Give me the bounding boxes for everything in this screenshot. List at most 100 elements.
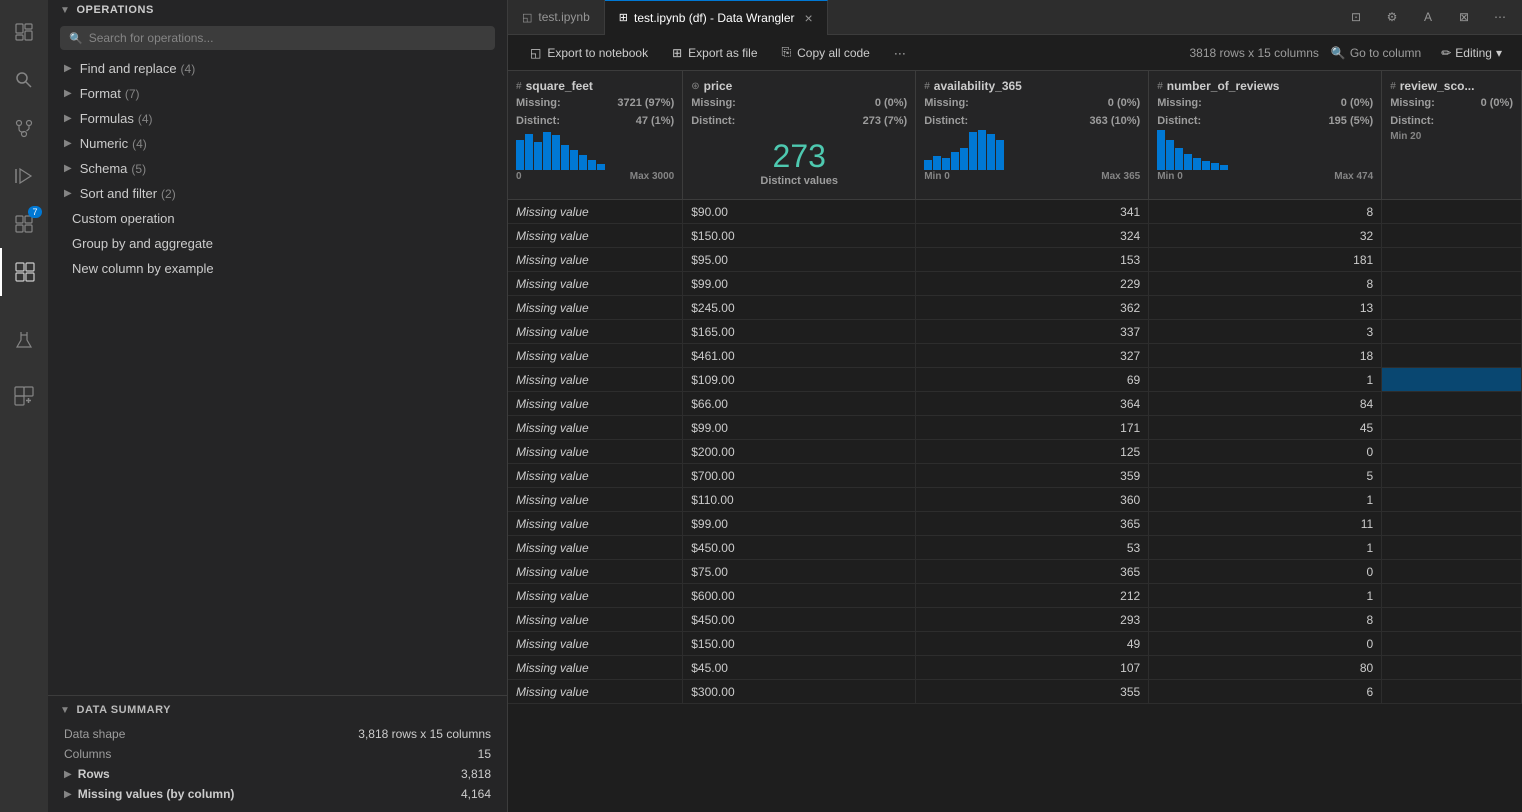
table-cell: $245.00 [683, 296, 916, 320]
reviews-min: Min 0 [1157, 171, 1183, 182]
chart-bar [1184, 154, 1192, 170]
chart-bar [516, 140, 524, 170]
table-cell: $95.00 [683, 248, 916, 272]
table-cell: Missing value [508, 632, 683, 656]
data-grid-container[interactable]: # square_feet Missing: 3721 (97%) Distin… [508, 71, 1522, 812]
tab-action-btn-5[interactable]: ⋯ [1486, 3, 1514, 31]
table-cell: 8 [1149, 608, 1382, 632]
tab-test-df[interactable]: ⊞ test.ipynb (df) - Data Wrangler × [605, 0, 828, 35]
op-group-numeric[interactable]: ▶ Numeric (4) [48, 131, 507, 156]
table-cell: $66.00 [683, 392, 916, 416]
table-cell: 341 [916, 200, 1149, 224]
export-notebook-btn[interactable]: ◱ Export to notebook [520, 42, 658, 64]
activity-bar-source-control[interactable] [0, 104, 48, 152]
op-group-schema[interactable]: ▶ Schema (5) [48, 156, 507, 181]
op-group-sort-filter[interactable]: ▶ Sort and filter (2) [48, 181, 507, 206]
table-cell: Missing value [508, 200, 683, 224]
op-group-find-replace[interactable]: ▶ Find and replace (4) [48, 56, 507, 81]
table-cell [1382, 584, 1522, 608]
rscore-range: Min 20 [1390, 130, 1513, 146]
numeric-label: Numeric [80, 136, 128, 151]
table-cell: Missing value [508, 584, 683, 608]
tab-test-ipynb[interactable]: ◱ test.ipynb [508, 0, 605, 35]
more-btn[interactable]: ··· [884, 42, 916, 64]
activity-bar-explorer[interactable] [0, 8, 48, 56]
table-row: Missing value$300.003556 [508, 680, 1522, 704]
chart-bar [1157, 130, 1165, 170]
square-feet-max: Max 3000 [630, 171, 674, 182]
op-custom-operation[interactable]: Custom operation [48, 206, 507, 231]
tab-action-btn-4[interactable]: ⊠ [1450, 3, 1478, 31]
table-row: Missing value$200.001250 [508, 440, 1522, 464]
rscore-missing-label: Missing: [1390, 95, 1435, 113]
tab-action-btn-3[interactable]: A [1414, 3, 1442, 31]
op-group-format[interactable]: ▶ Format (7) [48, 81, 507, 106]
tab-test-label: test.ipynb [538, 10, 589, 24]
avail-max: Max 365 [1101, 171, 1140, 182]
col-header-square-feet[interactable]: # square_feet Missing: 3721 (97%) Distin… [508, 71, 683, 200]
table-row: Missing value$450.002938 [508, 608, 1522, 632]
table-cell: $110.00 [683, 488, 916, 512]
avail-min: Min 0 [924, 171, 950, 182]
tab-action-btn-1[interactable]: ⊡ [1342, 3, 1370, 31]
col-header-price[interactable]: ⊛ price Missing: 0 (0%) Distinct: [683, 71, 916, 200]
data-summary-title: DATA SUMMARY [76, 704, 171, 716]
table-row: Missing value$75.003650 [508, 560, 1522, 584]
rscore-label: review_sco... [1400, 79, 1475, 93]
row-col-info: 3818 rows x 15 columns [1189, 46, 1318, 60]
tab-df-close[interactable]: × [805, 10, 813, 26]
table-cell [1382, 512, 1522, 536]
table-cell [1382, 416, 1522, 440]
go-to-column-btn[interactable]: 🔍 Go to column [1331, 46, 1421, 60]
op-group-by-agg[interactable]: Group by and aggregate [48, 231, 507, 256]
activity-bar-data-wrangler[interactable] [0, 248, 48, 296]
activity-bar-run[interactable] [0, 152, 48, 200]
avail-distinct-val: 363 (10%) [1089, 113, 1140, 131]
editing-label: Editing [1455, 46, 1492, 60]
format-label: Format [80, 86, 121, 101]
table-row: Missing value$150.0032432 [508, 224, 1522, 248]
rows-expandable[interactable]: ▶ Rows 3,818 [48, 764, 507, 784]
table-cell [1382, 392, 1522, 416]
chart-bar [942, 158, 950, 170]
search-input[interactable] [89, 31, 486, 45]
table-cell: 327 [916, 344, 1149, 368]
chart-bar [543, 132, 551, 170]
missing-values-expandable[interactable]: ▶ Missing values (by column) 4,164 [48, 784, 507, 804]
find-replace-label: Find and replace [80, 61, 177, 76]
export-file-btn[interactable]: ⊞ Export as file [662, 42, 767, 64]
copy-code-btn[interactable]: ⎘ Copy all code [772, 41, 880, 64]
activity-bar-new-data[interactable] [0, 372, 48, 420]
chart-bar [597, 164, 605, 170]
table-cell: $109.00 [683, 368, 916, 392]
col-header-num-reviews[interactable]: # number_of_reviews Missing: 0 (0%) Dist… [1149, 71, 1382, 200]
table-cell [1382, 488, 1522, 512]
rscore-distinct-label: Distinct: [1390, 113, 1434, 131]
data-summary-header[interactable]: ▼ DATA SUMMARY [48, 696, 507, 724]
editing-chevron: ▾ [1496, 46, 1502, 60]
activity-bar-search[interactable] [0, 56, 48, 104]
custom-operation-label: Custom operation [72, 211, 175, 226]
table-cell: 13 [1149, 296, 1382, 320]
chart-bar [525, 134, 533, 170]
activity-bar-extensions[interactable]: 7 [0, 200, 48, 248]
operations-section-header[interactable]: ▼ OPERATIONS [48, 0, 507, 20]
activity-bar-test[interactable] [0, 316, 48, 364]
op-new-column[interactable]: New column by example [48, 256, 507, 281]
columns-label: Columns [64, 747, 111, 761]
col-header-review-score[interactable]: # review_sco... Missing: 0 (0%) Distinct… [1382, 71, 1522, 200]
editing-btn[interactable]: ✏ Editing ▾ [1433, 42, 1510, 64]
chart-bar [1166, 140, 1174, 170]
table-cell: 365 [916, 560, 1149, 584]
op-group-formulas[interactable]: ▶ Formulas (4) [48, 106, 507, 131]
col-header-availability[interactable]: # availability_365 Missing: 0 (0%) Disti… [916, 71, 1149, 200]
table-cell: 3 [1149, 320, 1382, 344]
rows-value: 3,818 [461, 767, 491, 781]
table-cell [1382, 656, 1522, 680]
avail-missing-val: 0 (0%) [1108, 95, 1140, 113]
tab-action-btn-2[interactable]: ⚙ [1378, 3, 1406, 31]
table-cell: 355 [916, 680, 1149, 704]
toolbar-info: 3818 rows x 15 columns 🔍 Go to column ✏ … [1189, 42, 1510, 64]
table-cell: Missing value [508, 416, 683, 440]
table-cell [1382, 440, 1522, 464]
